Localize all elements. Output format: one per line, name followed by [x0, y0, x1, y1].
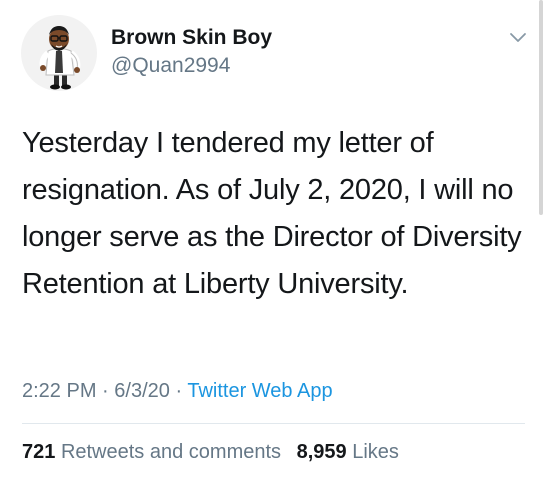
avatar[interactable] — [21, 15, 97, 91]
tweet-meta: 2:22 PM · 6/3/20 · Twitter Web App — [22, 380, 333, 403]
likes-stat[interactable]: 8,959 Likes — [297, 441, 399, 463]
retweets-label: Retweets and comments — [60, 441, 282, 463]
divider — [22, 423, 525, 424]
tweet-card: Brown Skin Boy @Quan2994 Yesterday I ten… — [0, 0, 548, 480]
tweet-time[interactable]: 2:22 PM — [22, 380, 96, 402]
meta-separator: · — [102, 380, 109, 402]
scrollbar[interactable] — [539, 0, 543, 215]
tweet-date[interactable]: 6/3/20 — [114, 380, 170, 402]
chevron-down-icon[interactable] — [505, 26, 531, 48]
tweet-stats: 721 Retweets and comments 8,959 Likes — [22, 441, 399, 464]
retweets-stat[interactable]: 721 Retweets and comments — [22, 441, 281, 463]
tweet-source-link[interactable]: Twitter Web App — [187, 380, 332, 402]
meta-separator: · — [175, 380, 183, 402]
retweets-count: 721 — [22, 441, 56, 463]
likes-label: Likes — [352, 441, 399, 463]
tweet-text: Yesterday I tendered my letter of resign… — [22, 127, 522, 300]
display-name[interactable]: Brown Skin Boy — [111, 26, 272, 50]
user-handle[interactable]: @Quan2994 — [111, 54, 230, 78]
avatar-memoji-icon — [39, 26, 81, 90]
likes-count: 8,959 — [296, 441, 347, 463]
